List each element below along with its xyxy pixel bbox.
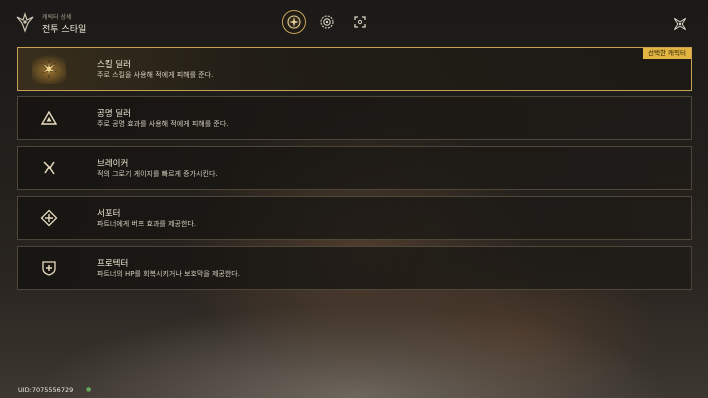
style-name: 프로텍터 [97, 259, 129, 269]
style-description: 파트너의 HP를 회복시키거나 보호막을 제공한다. [97, 270, 240, 278]
selected-character-badge: 선택한 캐릭터 [643, 48, 691, 59]
resonance-dealer-icon [32, 103, 66, 133]
breaker-icon [32, 153, 66, 183]
tab-expand[interactable] [348, 10, 372, 34]
style-description: 주로 스킬을 사용해 적에게 피해를 준다. [97, 71, 214, 79]
compass-icon [287, 15, 301, 29]
style-name: 브레이커 [97, 159, 129, 169]
protector-icon [32, 253, 66, 283]
style-name: 공명 딜러 [97, 109, 131, 119]
supporter-icon [32, 203, 66, 233]
style-card-supporter[interactable]: 서포터 파트너에게 버프 효과를 제공한다. [17, 196, 692, 240]
status-indicator: ● [86, 386, 92, 393]
style-description: 파트너에게 버프 효과를 제공한다. [97, 220, 197, 228]
tab-compass[interactable] [282, 10, 306, 34]
style-card-resonance-dealer[interactable]: 공명 딜러 주로 공명 효과를 사용해 적에게 피해를 준다. [17, 96, 692, 140]
page-title: 전투 스타일 [42, 25, 87, 35]
close-star-icon [673, 17, 687, 31]
style-description: 적의 그로기 게이지를 빠르게 증가시킨다. [97, 170, 218, 178]
tab-gear[interactable] [315, 10, 339, 34]
character-emblem-icon [14, 11, 36, 33]
style-name: 스킬 딜러 [97, 60, 131, 70]
top-bar: 캐릭터 상세 전투 스타일 [0, 0, 708, 44]
gear-emblem-icon [320, 15, 334, 29]
breadcrumb: 캐릭터 상세 [42, 14, 72, 21]
skill-dealer-icon [32, 54, 66, 84]
expand-icon [354, 16, 366, 28]
user-id: UID:7075556729 [18, 386, 74, 394]
style-card-skill-dealer[interactable]: 스킬 딜러 주로 스킬을 사용해 적에게 피해를 준다. 선택한 캐릭터 [17, 47, 692, 91]
close-button[interactable] [670, 14, 690, 34]
style-description: 주로 공명 효과를 사용해 적에게 피해를 준다. [97, 120, 229, 128]
style-name: 서포터 [97, 209, 121, 219]
style-card-protector[interactable]: 프로텍터 파트너의 HP를 회복시키거나 보호막을 제공한다. [17, 246, 692, 290]
style-card-breaker[interactable]: 브레이커 적의 그로기 게이지를 빠르게 증가시킨다. [17, 146, 692, 190]
